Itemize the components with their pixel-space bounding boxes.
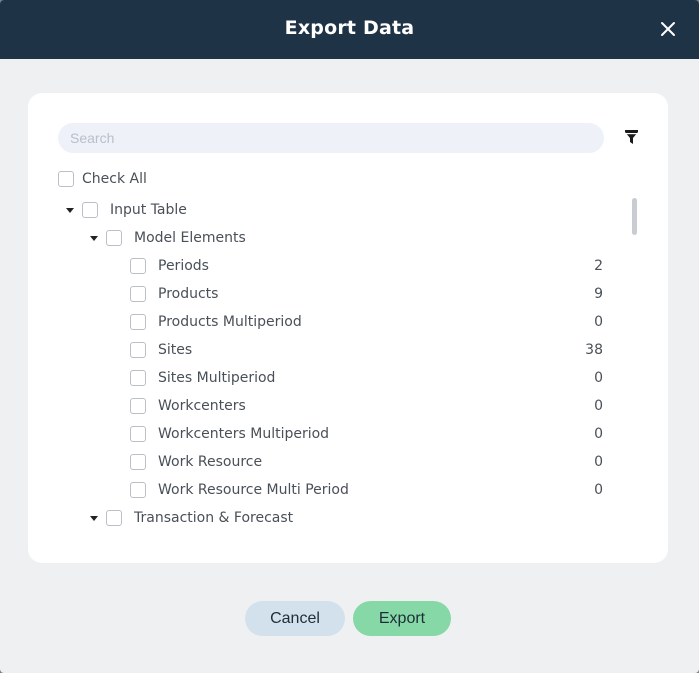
- tree-leaf-work-resource[interactable]: Work Resource 0: [130, 453, 628, 471]
- tree-node-label: Transaction & Forecast: [134, 510, 294, 526]
- tree-leaf-label: Periods: [158, 258, 209, 274]
- dialog-title: Export Data: [284, 17, 415, 39]
- tree-checkbox[interactable]: [106, 230, 122, 246]
- tree-leaf-work-resource-multi-period[interactable]: Work Resource Multi Period 0: [130, 481, 628, 499]
- tree-leaf-label: Work Resource: [158, 454, 263, 470]
- tree-leaf-label: Workcenters Multiperiod: [158, 426, 330, 442]
- tree-checkbox[interactable]: [130, 398, 146, 414]
- row-count: 0: [594, 398, 603, 414]
- tree-checkbox[interactable]: [130, 258, 146, 274]
- tree-leaf-label: Workcenters: [158, 398, 246, 414]
- caret-down-icon[interactable]: [90, 234, 98, 242]
- tree-node-transaction-forecast[interactable]: Transaction & Forecast: [90, 509, 293, 527]
- tree-scrollbar[interactable]: [632, 198, 637, 235]
- tree-checkbox[interactable]: [130, 342, 146, 358]
- export-button[interactable]: Export: [353, 601, 451, 636]
- row-count: 0: [594, 426, 603, 442]
- tree-node-label: Input Table: [110, 202, 187, 218]
- tree-node-model-elements[interactable]: Model Elements: [90, 229, 246, 247]
- tree-leaf-sites[interactable]: Sites 38: [130, 341, 628, 359]
- caret-down-icon[interactable]: [66, 206, 74, 214]
- tree-checkbox[interactable]: [82, 202, 98, 218]
- tree-leaf-workcenters[interactable]: Workcenters 0: [130, 397, 628, 415]
- row-count: 0: [594, 370, 603, 386]
- export-dialog: Export Data Check All Input Table: [0, 0, 699, 673]
- export-card: Check All Input Table Model Elements Per…: [28, 93, 668, 563]
- row-count: 0: [594, 314, 603, 330]
- tree-leaf-products[interactable]: Products 9: [130, 285, 628, 303]
- tree-checkbox[interactable]: [130, 426, 146, 442]
- tree-leaf-products-multiperiod[interactable]: Products Multiperiod 0: [130, 313, 628, 331]
- row-count: 0: [594, 454, 603, 470]
- row-count: 0: [594, 482, 603, 498]
- cancel-button[interactable]: Cancel: [245, 601, 345, 636]
- tree-leaf-periods[interactable]: Periods 2: [130, 257, 628, 275]
- tree-checkbox[interactable]: [130, 286, 146, 302]
- export-tree: Input Table Model Elements Periods 2 Pro…: [28, 93, 628, 563]
- tree-leaf-label: Sites Multiperiod: [158, 370, 276, 386]
- close-icon[interactable]: [659, 20, 677, 38]
- tree-checkbox[interactable]: [130, 454, 146, 470]
- tree-node-input-table[interactable]: Input Table: [66, 201, 187, 219]
- tree-checkbox[interactable]: [130, 370, 146, 386]
- dialog-header: Export Data: [0, 0, 699, 59]
- tree-leaf-label: Work Resource Multi Period: [158, 482, 349, 498]
- tree-node-label: Model Elements: [134, 230, 246, 246]
- tree-leaf-label: Products: [158, 286, 219, 302]
- tree-leaf-sites-multiperiod[interactable]: Sites Multiperiod 0: [130, 369, 628, 387]
- row-count: 2: [594, 258, 603, 274]
- row-count: 9: [594, 286, 603, 302]
- tree-checkbox[interactable]: [130, 314, 146, 330]
- row-count: 38: [585, 342, 603, 358]
- tree-leaf-label: Sites: [158, 342, 193, 358]
- tree-leaf-workcenters-multiperiod[interactable]: Workcenters Multiperiod 0: [130, 425, 628, 443]
- caret-down-icon[interactable]: [90, 514, 98, 522]
- tree-checkbox[interactable]: [106, 510, 122, 526]
- tree-checkbox[interactable]: [130, 482, 146, 498]
- tree-leaf-label: Products Multiperiod: [158, 314, 302, 330]
